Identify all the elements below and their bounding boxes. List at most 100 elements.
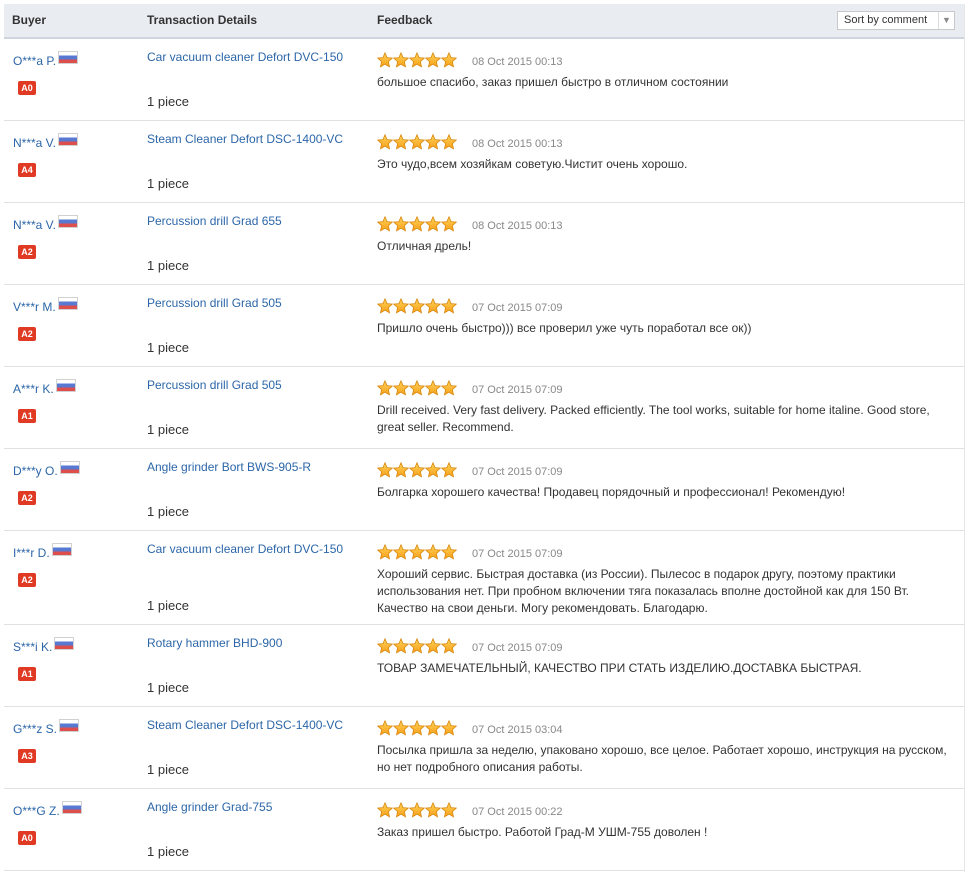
buyer-name-link[interactable]: N***a V. [13,133,78,150]
review-comment: Отличная дрель! [377,239,472,253]
star-icon [409,462,425,478]
star-icon [409,380,425,396]
buyer-name-link[interactable]: D***y O. [13,461,80,478]
buyer-name: G***z S. [13,722,58,736]
review-comment: большое спасибо, заказ пришел быстро в о… [377,75,729,89]
star-icon [409,216,425,232]
star-icon [441,380,457,396]
product-link[interactable]: Percussion drill Grad 505 [147,378,282,392]
quantity: 1 piece [147,680,189,695]
buyer-name: N***a V. [13,136,56,150]
table-header: Buyer Transaction Details Feedback Sort … [4,4,964,39]
buyer-name-link[interactable]: N***a V. [13,215,78,232]
star-icon [441,720,457,736]
product-link[interactable]: Car vacuum cleaner Defort DVC-150 [147,542,343,556]
review-date: 07 Oct 2015 03:04 [472,724,563,736]
buyer-name-link[interactable]: G***z S. [13,719,80,736]
buyer-name-link[interactable]: V***r M. [13,297,78,314]
product-link[interactable]: Angle grinder Grad-755 [147,800,272,814]
review-comment: Хороший сервис. Быстрая доставка (из Рос… [377,567,909,615]
chevron-down-icon[interactable]: ▼ [938,12,954,29]
buyer-name-link[interactable]: S***i K. [13,637,75,654]
product-link[interactable]: Angle grinder Bort BWS-905-R [147,460,311,474]
star-icon [393,216,409,232]
product-link[interactable]: Percussion drill Grad 655 [147,214,282,228]
star-icon [425,216,441,232]
review-row: O***a P. A0 Car vacuum cleaner Defort DV… [4,39,964,121]
buyer-name: I***r D. [13,546,50,560]
sort-dropdown-value: Sort by comment [844,14,928,26]
buyer-level-badge: A4 [18,163,36,177]
star-icon [441,216,457,232]
review-comment: Болгарка хорошего качества! Продавец пор… [377,485,846,499]
quantity: 1 piece [147,844,189,859]
buyer-name: V***r M. [13,300,56,314]
product-link[interactable]: Steam Cleaner Defort DSC-1400-VC [147,718,343,732]
star-icon [425,52,441,68]
star-icon [393,720,409,736]
buyer-level-badge: A2 [18,573,36,587]
star-icon [377,52,393,68]
star-icon [441,638,457,654]
buyer-name-link[interactable]: A***r K. [13,379,76,396]
review-date: 08 Oct 2015 00:13 [472,220,563,232]
star-icon [393,462,409,478]
review-date: 07 Oct 2015 07:09 [472,466,563,478]
quantity: 1 piece [147,762,189,777]
star-icon [393,544,409,560]
star-icon [409,802,425,818]
buyer-name-link[interactable]: O***a P. [13,51,79,68]
buyer-level-badge: A1 [18,409,36,423]
star-icon [393,298,409,314]
russia-flag-icon [58,51,79,64]
review-date: 07 Oct 2015 07:09 [472,302,563,314]
product-link[interactable]: Steam Cleaner Defort DSC-1400-VC [147,132,343,146]
product-link[interactable]: Percussion drill Grad 505 [147,296,282,310]
star-icon [393,52,409,68]
star-icon [425,134,441,150]
star-icon [441,544,457,560]
rating-stars [377,544,457,560]
buyer-level-badge: A2 [18,491,36,505]
review-date: 08 Oct 2015 00:13 [472,138,563,150]
star-icon [409,298,425,314]
russia-flag-icon [54,637,75,650]
star-icon [409,720,425,736]
product-link[interactable]: Car vacuum cleaner Defort DVC-150 [147,50,343,64]
rating-stars [377,462,457,478]
buyer-name: O***G Z. [13,804,60,818]
russia-flag-icon [59,461,80,474]
rating-stars [377,380,457,396]
review-row: S***i K. A1 Rotary hammer BHD-900 1 piec… [4,625,964,707]
quantity: 1 piece [147,258,189,273]
buyer-level-badge: A3 [18,749,36,763]
star-icon [409,544,425,560]
review-row: N***a V. A2 Percussion drill Grad 655 1 … [4,203,964,285]
sort-dropdown[interactable]: Sort by comment ▼ [837,11,955,30]
review-date: 07 Oct 2015 07:09 [472,642,563,654]
buyer-name-link[interactable]: O***G Z. [13,801,82,818]
review-row: G***z S. A3 Steam Cleaner Defort DSC-140… [4,707,964,789]
product-link[interactable]: Rotary hammer BHD-900 [147,636,282,650]
buyer-name-link[interactable]: I***r D. [13,543,72,560]
feedback-table: Buyer Transaction Details Feedback Sort … [4,4,965,872]
star-icon [393,638,409,654]
buyer-name: D***y O. [13,464,58,478]
buyer-name: O***a P. [13,54,57,68]
star-icon [377,380,393,396]
review-row: D***y O. A2 Angle grinder Bort BWS-905-R… [4,449,964,531]
column-header-feedback: Feedback [377,13,433,27]
star-icon [393,380,409,396]
russia-flag-icon [51,543,72,556]
rating-stars [377,216,457,232]
buyer-level-badge: A2 [18,245,36,259]
russia-flag-icon [61,801,82,814]
column-header-buyer: Buyer [12,13,47,27]
quantity: 1 piece [147,340,189,355]
review-row: N***a V. A4 Steam Cleaner Defort DSC-140… [4,121,964,203]
review-list: O***a P. A0 Car vacuum cleaner Defort DV… [4,39,964,871]
star-icon [377,298,393,314]
star-icon [441,298,457,314]
star-icon [377,544,393,560]
review-comment: Посылка пришла за неделю, упаковано хоро… [377,743,947,774]
